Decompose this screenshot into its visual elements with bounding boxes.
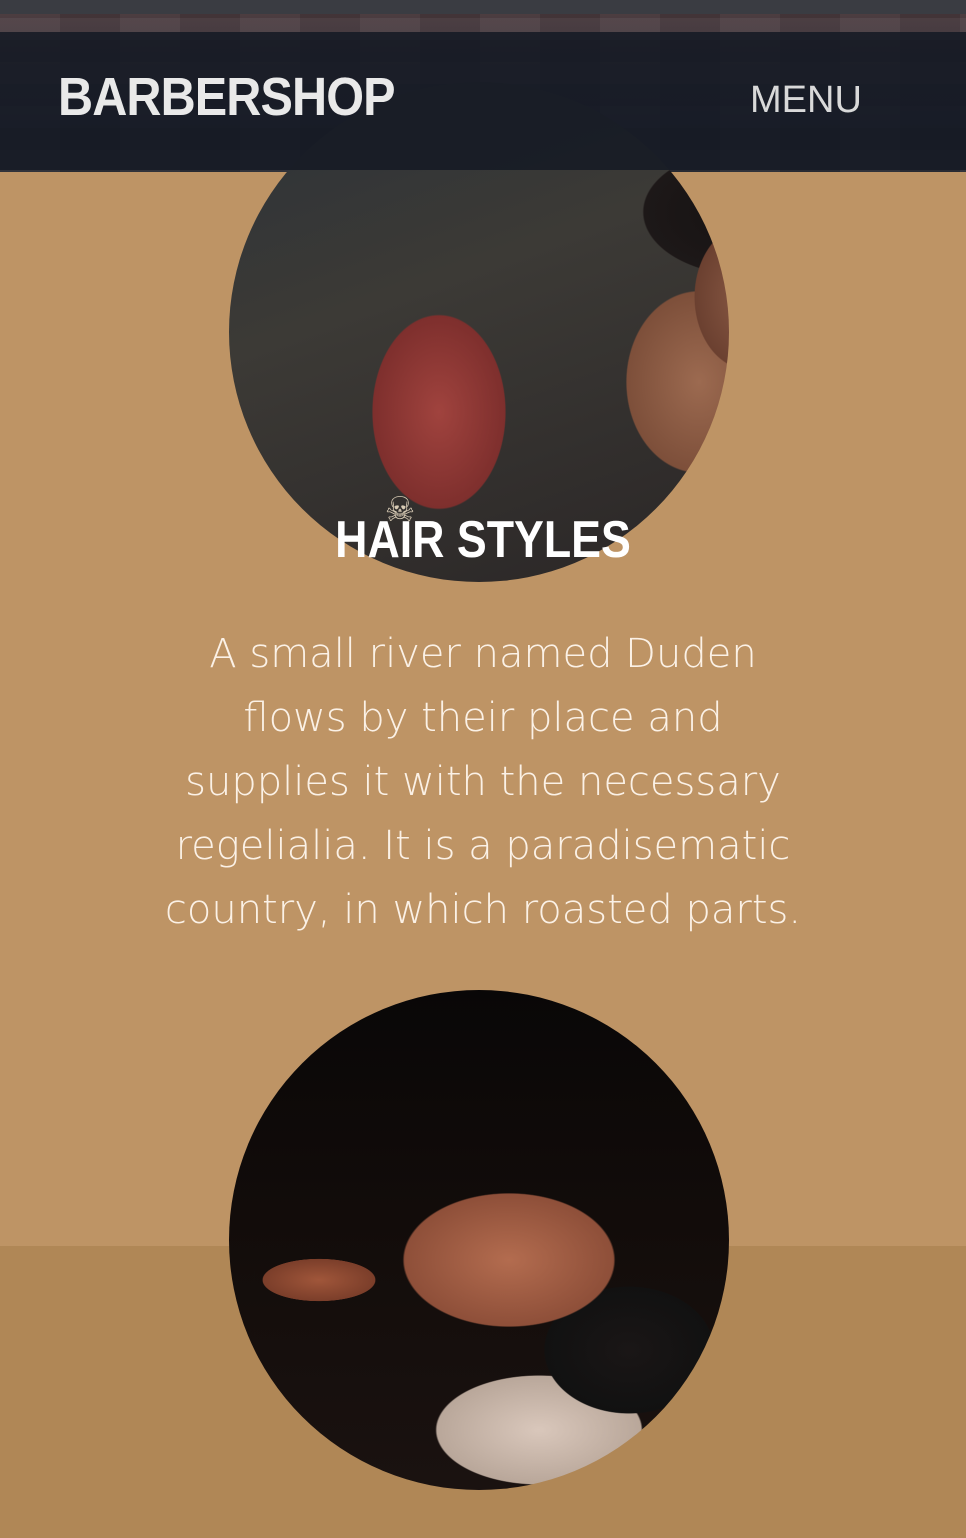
- section-description: A small river named Duden flows by their…: [130, 622, 836, 942]
- browser-top-strip: [0, 0, 966, 14]
- description-line: country, in which roasted parts.: [164, 887, 802, 933]
- shaving-photo: [229, 990, 729, 1490]
- page: ☠ BARBERSHOP MENU HAIR STYLES A small ri…: [0, 0, 966, 1538]
- description-line: regelialia. It is a paradisematic: [175, 823, 791, 869]
- brand-logo[interactable]: BARBERSHOP: [58, 64, 396, 130]
- description-line: flows by their place and: [243, 695, 723, 741]
- description-line: A small river named Duden: [209, 631, 757, 677]
- menu-button[interactable]: MENU: [750, 78, 862, 122]
- section-title: HAIR STYLES: [335, 511, 631, 569]
- description-line: supplies it with the necessary: [185, 759, 781, 805]
